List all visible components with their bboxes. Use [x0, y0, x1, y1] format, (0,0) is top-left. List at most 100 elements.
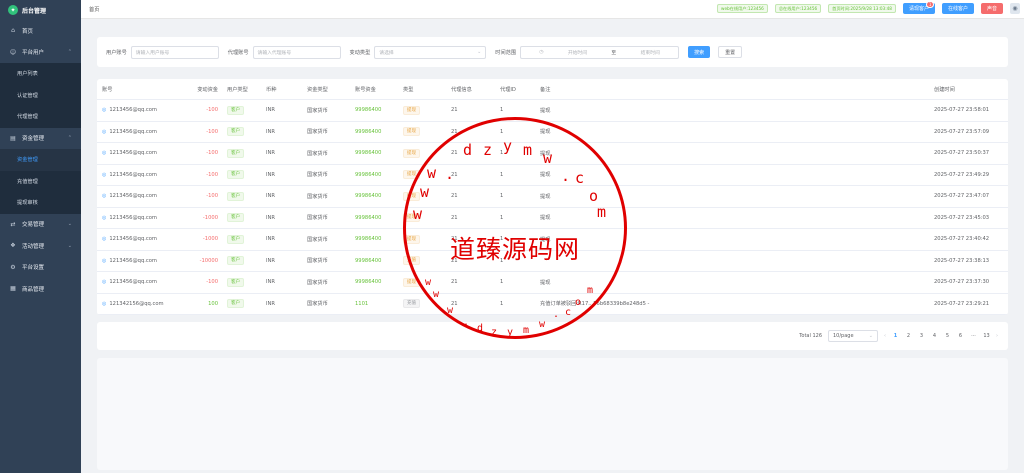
account-icon: ◎ [102, 279, 107, 286]
account-text: 1213456@qq.com [109, 279, 157, 286]
page-number[interactable]: 1 [892, 333, 899, 339]
agent-account-placeholder: 请输入代理账号 [257, 50, 292, 56]
page-number[interactable]: 2 [905, 333, 912, 339]
page-number[interactable]: 5 [944, 333, 951, 339]
table-row[interactable]: ◎ 1213456@qq.com -1000 客户 INR 国家货币 99986400 提现 2… [97, 229, 1008, 251]
type-cell: 提现 [398, 277, 446, 287]
sidebar-item-platform-users[interactable]: ☺ 平台用户 ⌃ [0, 42, 81, 64]
total-online-chip: 总在线用户:123456 [774, 4, 822, 13]
breadcrumb[interactable]: 首页 [89, 6, 99, 13]
fund-type-cell: 国家货币 [307, 107, 328, 114]
pagination-bar: Total 126 10/page ⌄ ‹ 1 2 3 4 5 6 ··· 13 › [97, 322, 1008, 350]
sidebar-item-activities[interactable]: ❖ 活动管理 ⌄ [0, 235, 81, 257]
sidebar-item-label: 平台用户 [22, 50, 45, 57]
sidebar-subitem-user-list[interactable]: 用户列表 [0, 63, 81, 85]
header-actions: web在线用户:123456 总在线用户:123456 首页时间:2025/9/… [717, 1, 1020, 14]
table-row[interactable]: ◎ 121342156@qq.com 100 客户 INR 国家货币 1101 充值 21 1 充值… [97, 294, 1008, 315]
time-chip: 首页时间:2025/9/28 13:03:48 [828, 4, 896, 13]
type-tag: 提现 [403, 105, 420, 115]
table-row[interactable]: ◎ 1213456@qq.com -100 客户 INR 国家货币 99986400 提现 21… [97, 272, 1008, 294]
time-range-picker[interactable]: ◷ 开始时间 至 结束时间 [520, 45, 680, 59]
sidebar-item-settings[interactable]: ⚙ 平台设置 [0, 257, 81, 279]
home-icon: ⌂ [11, 27, 15, 35]
sidebar-item-trades[interactable]: ⇄ 交易管理 ⌄ [0, 214, 81, 236]
agent-cell: 21 [451, 279, 458, 286]
page-number[interactable]: 3 [918, 333, 925, 339]
web-online-chip: web在线用户:123456 [717, 4, 768, 13]
sidebar-subitem-fund-management[interactable]: 资金管理 [0, 149, 81, 171]
reset-button[interactable]: 重置 [718, 46, 743, 58]
sidebar-item-funds[interactable]: ▤ 资金管理 ⌃ [0, 128, 81, 150]
currency-cell: INR [266, 193, 276, 200]
table-row[interactable]: ◎ 1213456@qq.com -100 客户 INR 国家货币 99986400 提现 21… [97, 186, 1008, 208]
table-row[interactable]: ◎ 1213456@qq.com -100 客户 INR 国家货币 99986400 提现 21… [97, 143, 1008, 165]
sidebar-subitem-auth[interactable]: 认证管理 [0, 84, 81, 106]
table-row[interactable]: ◎ 1213456@qq.com -100 客户 INR 国家货币 99986400 提现 21… [97, 100, 1008, 122]
page-number[interactable]: 13 [983, 333, 990, 339]
change-cell: -10000 [199, 257, 218, 264]
agent-id-cell: 1 [500, 193, 504, 200]
agent-cell: 21 [451, 214, 458, 221]
user-icon: ☺ [9, 48, 17, 56]
table-row[interactable]: ◎ 1213456@qq.com -100 客户 INR 国家货币 99986400 提现 21… [97, 122, 1008, 143]
change-type-select[interactable]: 请选择 ⌄ [374, 45, 487, 59]
sound-button[interactable]: 声音 [980, 3, 1003, 14]
user-type-cell: 客户 [222, 256, 261, 266]
agent-cell: 21 [451, 171, 458, 178]
account-cell: ◎ 1213456@qq.com [97, 236, 192, 242]
agent-cell: 21 [451, 193, 458, 200]
agent-account-label: 代理账号 [227, 49, 249, 56]
top-header: 首页 web在线用户:123456 总在线用户:123456 首页时间:2025… [81, 0, 1024, 19]
col-remark: 备注 [540, 86, 551, 93]
sidebar-subitem-agent[interactable]: 代理管理 [0, 106, 81, 128]
agent-id-cell: 1 [500, 107, 504, 114]
chevron-right-icon[interactable]: › [996, 333, 998, 339]
user-type-tag: 客户 [227, 277, 244, 287]
search-button[interactable]: 搜索 [688, 46, 711, 58]
col-agent: 代理信息 [451, 86, 472, 93]
currency-cell: INR [266, 279, 276, 286]
account-text: 1213456@qq.com [109, 236, 157, 243]
table-row[interactable]: ◎ 1213456@qq.com -1000 客户 INR 国家货币 99986400 提现 2… [97, 208, 1008, 229]
sidebar-subitem-withdraw-review[interactable]: 提现审核 [0, 192, 81, 214]
type-tag: 提现 [403, 191, 420, 201]
remark-cell: 提现 [540, 150, 551, 157]
type-cell: 提现 [398, 105, 446, 115]
page-number[interactable]: 6 [957, 333, 964, 339]
remark-cell: 充值订单被驳回:R17...56b68339b8e248d5 - [540, 301, 650, 308]
remark-cell: 提现 [540, 193, 551, 200]
table-row[interactable]: ◎ 1213456@qq.com -100 客户 INR 国家货币 99986400 提现 21… [97, 165, 1008, 186]
user-type-tag: 客户 [227, 148, 244, 158]
user-type-tag: 客户 [227, 256, 244, 266]
sidebar-subitem-recharge[interactable]: 充值管理 [0, 170, 81, 192]
account-icon: ◎ [102, 193, 107, 200]
online-users-button[interactable]: 在线客户 [941, 3, 974, 14]
sidebar-item-goods[interactable]: ▦ 商品管理 [0, 278, 81, 300]
type-tag: 充值 [403, 256, 420, 266]
type-cell: 提现 [398, 234, 446, 244]
agent-id-cell: 1 [500, 150, 504, 157]
sidebar-item-home[interactable]: ⌂ 首页 [0, 20, 81, 42]
agent-cell: 21 [451, 300, 458, 307]
user-account-input[interactable]: 请输入用户账号 [130, 45, 219, 59]
agent-id-cell: 1 [500, 214, 504, 221]
account-icon: ◎ [102, 150, 107, 157]
account-icon: ◎ [102, 236, 107, 243]
page-size-select[interactable]: 10/page ⌄ [828, 330, 878, 342]
online-customers-button[interactable]: 请现客户 1 [902, 1, 935, 14]
account-text: 1213456@qq.com [109, 171, 157, 178]
col-type: 类型 [403, 86, 414, 93]
agent-account-input[interactable]: 请输入代理账号 [252, 45, 341, 59]
app-logo[interactable]: ✦ 后台管理 [0, 0, 81, 20]
chevron-left-icon[interactable]: ‹ [884, 333, 886, 339]
type-tag: 充值 [403, 299, 420, 309]
range-separator: 至 [611, 50, 617, 56]
page-number[interactable]: ··· [970, 333, 977, 339]
calendar-icon: ◷ [539, 49, 544, 55]
page-number[interactable]: 4 [931, 333, 938, 339]
table-row[interactable]: ◎ 1213456@qq.com -10000 客户 INR 国家货币 99986400 充值… [97, 251, 1008, 272]
avatar-icon[interactable]: ◉ [1010, 3, 1020, 14]
type-cell: 提现 [398, 127, 446, 137]
start-time-placeholder: 开始时间 [567, 50, 588, 56]
user-type-cell: 客户 [222, 127, 261, 137]
